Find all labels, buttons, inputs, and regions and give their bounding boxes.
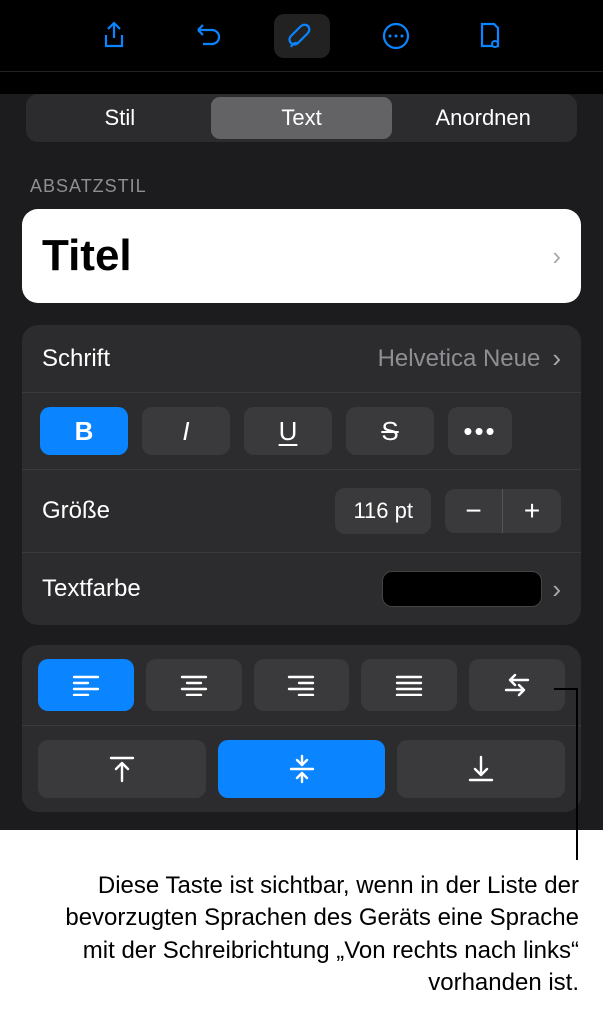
font-value: Helvetica Neue (378, 345, 541, 373)
font-row[interactable]: Schrift Helvetica Neue › (22, 325, 581, 393)
horizontal-align-row (22, 645, 581, 726)
tab-text[interactable]: Text (211, 97, 393, 139)
text-color-label: Textfarbe (42, 575, 382, 603)
paragraph-style-picker[interactable]: Titel › (22, 209, 581, 303)
callout-caption: Diese Taste ist sichtbar, wenn in der Li… (46, 870, 579, 1000)
underline-button[interactable]: U (244, 407, 332, 455)
font-card: Schrift Helvetica Neue › B I U S ••• Grö… (22, 325, 581, 625)
chevron-right-icon: › (552, 241, 561, 272)
size-row: Größe 116 pt − + (22, 470, 581, 553)
font-label: Schrift (42, 345, 378, 373)
size-value[interactable]: 116 pt (335, 488, 431, 534)
chevron-right-icon: › (552, 574, 561, 605)
italic-button[interactable]: I (142, 407, 230, 455)
font-style-buttons: B I U S ••• (22, 393, 581, 470)
align-right-button[interactable] (254, 659, 350, 711)
align-left-button[interactable] (38, 659, 134, 711)
document-view-button[interactable] (462, 14, 518, 58)
text-direction-button[interactable] (469, 659, 565, 711)
chevron-right-icon: › (552, 343, 561, 374)
align-justify-button[interactable] (361, 659, 457, 711)
more-button[interactable] (368, 14, 424, 58)
text-color-row[interactable]: Textfarbe › (22, 553, 581, 625)
valign-middle-button[interactable] (218, 740, 386, 798)
align-center-button[interactable] (146, 659, 242, 711)
tab-arrange[interactable]: Anordnen (392, 97, 574, 139)
callout-leader (554, 688, 576, 690)
size-label: Größe (42, 497, 335, 525)
format-brush-button[interactable] (274, 14, 330, 58)
alignment-card (22, 645, 581, 812)
bold-button[interactable]: B (40, 407, 128, 455)
size-decrease-button[interactable]: − (445, 489, 503, 533)
tab-style[interactable]: Stil (29, 97, 211, 139)
callout-leader (576, 688, 578, 860)
font-more-button[interactable]: ••• (448, 407, 512, 455)
undo-button[interactable] (180, 14, 236, 58)
vertical-align-row (22, 726, 581, 812)
size-stepper: − + (445, 489, 561, 533)
paragraph-style-value: Titel (42, 231, 132, 281)
valign-top-button[interactable] (38, 740, 206, 798)
format-tabs: Stil Text Anordnen (26, 94, 577, 142)
share-button[interactable] (86, 14, 142, 58)
strikethrough-button[interactable]: S (346, 407, 434, 455)
paragraph-style-label: ABSATZSTIL (30, 176, 573, 197)
size-increase-button[interactable]: + (503, 489, 561, 533)
top-toolbar (0, 0, 603, 72)
valign-bottom-button[interactable] (397, 740, 565, 798)
text-color-swatch[interactable] (382, 571, 542, 607)
